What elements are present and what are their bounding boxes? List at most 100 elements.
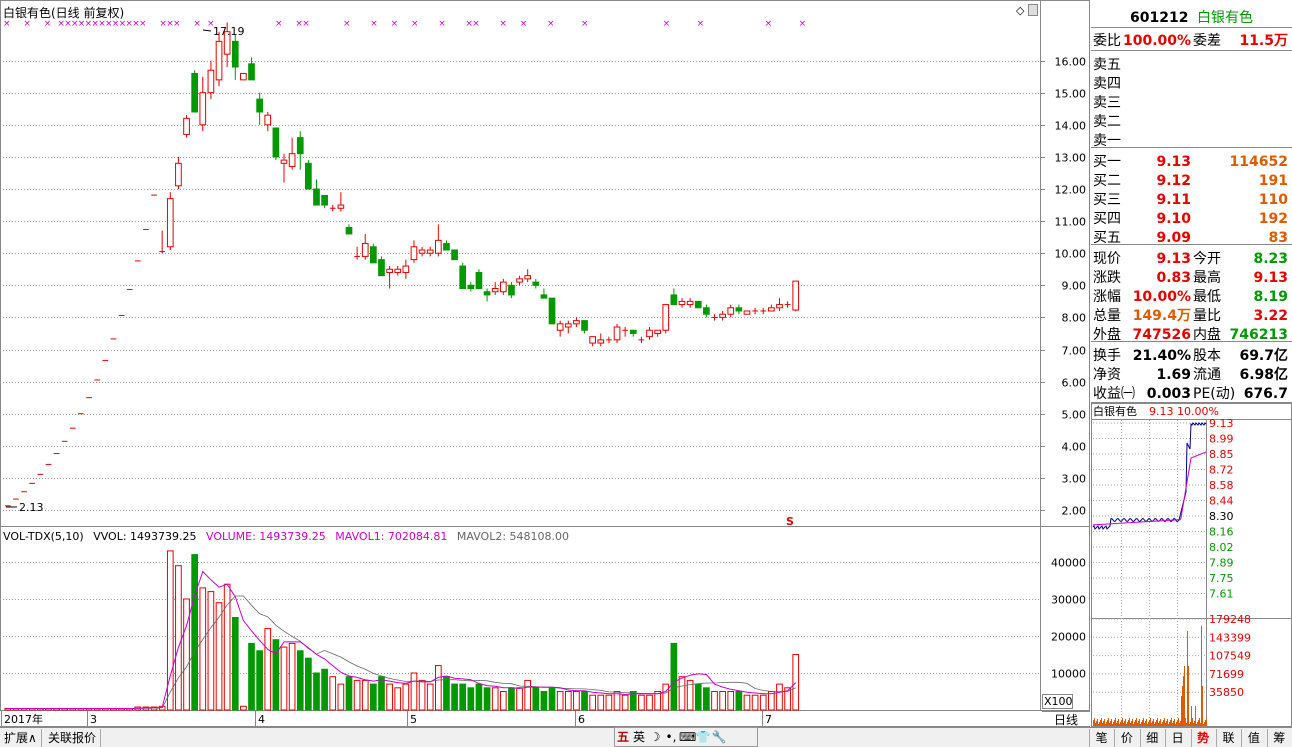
volume-bar — [776, 683, 783, 711]
price-axis-label: 8.00 — [1062, 312, 1087, 325]
volume-indicator-title: VOL-TDX(5,10) VVOL: 1493739.25 VOLUME: 1… — [3, 530, 575, 543]
diamond-icon[interactable]: ◇ — [1016, 4, 1024, 17]
buy-price: 9.09 — [1156, 230, 1191, 246]
sell-level-row: 卖二 — [1093, 113, 1290, 132]
x-mark: × — [472, 19, 480, 29]
stat-label: 流通 — [1193, 367, 1221, 383]
buy-level-row: 买五 9.09 83 — [1093, 229, 1290, 248]
scroll-handle-icon[interactable] — [1028, 4, 1038, 16]
candle-body — [264, 114, 272, 126]
mini-vol-label: 35850 — [1209, 686, 1244, 699]
x-mark: × — [520, 19, 528, 29]
volume-bar — [483, 687, 491, 711]
divider — [1091, 244, 1292, 245]
volume-bar — [207, 591, 215, 711]
volume-bar — [426, 683, 434, 711]
candle-body — [467, 284, 475, 290]
ime-english-icon[interactable]: 英 — [631, 728, 647, 746]
candle-body — [426, 249, 434, 254]
volume-bar — [467, 687, 475, 711]
ime-wubi-icon[interactable]: 五 — [615, 728, 631, 746]
candle-body — [499, 281, 507, 293]
price-axis-label: 13.00 — [1055, 152, 1087, 165]
candle-body — [313, 188, 320, 206]
tab-related-quotes[interactable]: 关联报价 — [44, 729, 102, 747]
candle-body — [410, 246, 418, 261]
stat-label: 内盘 — [1193, 327, 1221, 343]
volume-bar — [638, 694, 645, 711]
volume-bar — [662, 683, 670, 711]
mavol1-line — [7, 570, 797, 709]
volume-bar — [418, 679, 426, 711]
candle-body — [207, 69, 215, 94]
tab-1[interactable]: 价 — [1114, 729, 1138, 747]
ime-tools-icon[interactable]: 🔧 — [711, 728, 727, 746]
sell-level-row: 卖三 — [1093, 94, 1290, 113]
divider — [1091, 50, 1292, 51]
quote-stat-row: 现价 9.13 今开 8.23 — [1093, 250, 1290, 269]
candle-body — [386, 268, 393, 273]
stat-value: 1.69 — [1156, 367, 1191, 383]
volume-bar — [191, 554, 199, 711]
candle-body — [491, 288, 499, 293]
volume-bar — [402, 683, 410, 711]
tab-3[interactable]: 日 — [1165, 729, 1189, 747]
quote-stat-row: 换手 21.40% 股本 69.7亿 — [1093, 347, 1290, 366]
ime-punct-icon[interactable]: •, — [663, 728, 679, 746]
mini-price-label: 8.16 — [1209, 526, 1234, 539]
volume-bar — [621, 694, 629, 711]
intraday-mini-chart[interactable]: 白银有色 9.13 10.00%9.138.998.858.728.588.448.… — [1091, 403, 1292, 727]
candle-body — [670, 294, 678, 306]
period-button[interactable]: 日线 — [1042, 711, 1090, 727]
date-axis-label: 7 — [765, 713, 772, 726]
x-mark: × — [581, 19, 589, 29]
divider — [1091, 147, 1292, 148]
stat-label: 换手 — [1093, 348, 1121, 364]
quote-stat-row: 净资 1.69 流通 6.98亿 — [1093, 366, 1290, 385]
buy-level-label: 买四 — [1093, 211, 1121, 227]
candle-body — [719, 313, 726, 318]
stat-value: 69.7亿 — [1239, 348, 1288, 364]
price-chart[interactable]: 16.00 15.00 14.00 13.00 12.00 11.00 10.00 9.00 8… — [0, 0, 1090, 727]
candle-body — [337, 204, 345, 209]
volume-bar — [386, 683, 393, 711]
date-axis-label: 2017年 — [4, 712, 43, 726]
stat-value: 6.98亿 — [1239, 367, 1288, 383]
x-mark: × — [411, 19, 419, 29]
tab-2[interactable]: 细 — [1139, 729, 1164, 747]
tab-5[interactable]: 联 — [1216, 729, 1240, 747]
candle-body — [776, 304, 783, 309]
candle-body — [694, 300, 702, 309]
min-price-value: 2.13 — [19, 501, 44, 514]
volume-bar — [305, 657, 312, 711]
buy-price: 9.13 — [1156, 154, 1191, 170]
x-mark: × — [302, 19, 310, 29]
tab-0[interactable]: 笔 — [1089, 729, 1113, 747]
stat-label: 外盘 — [1093, 327, 1121, 343]
volume-bar — [443, 676, 450, 711]
mini-price-label: 8.30 — [1209, 510, 1234, 523]
mini-title-price: 9.13 — [1149, 405, 1174, 418]
ime-moon-icon[interactable]: ☽ — [647, 728, 663, 746]
volume-bar — [524, 679, 532, 711]
volume-bar — [540, 691, 548, 711]
ime-skin-icon[interactable]: 👕 — [695, 728, 711, 746]
tab-4[interactable]: 势 — [1190, 729, 1215, 747]
chart-title: 白银有色(日线 前复权) — [3, 6, 125, 20]
candle-body — [288, 153, 296, 168]
tab-7[interactable]: 筹 — [1266, 729, 1291, 747]
price-axis-label: 3.00 — [1062, 473, 1087, 486]
x-mark: × — [697, 19, 705, 29]
ime-toolbar[interactable]: 五英 ☽ •, ⌨👕🔧 — [614, 727, 758, 747]
tab-6[interactable]: 值 — [1241, 729, 1265, 747]
volume-bar — [508, 687, 515, 711]
candle-body — [475, 271, 483, 290]
x-mark: × — [663, 19, 671, 29]
ime-keyboard-icon[interactable]: ⌨ — [679, 728, 696, 746]
volume-bar — [175, 565, 182, 711]
volume-bar — [711, 691, 718, 711]
stat-value: 3.22 — [1253, 308, 1288, 324]
tab-expand[interactable]: 扩展∧ — [0, 729, 42, 747]
sell-level-label: 卖四 — [1093, 76, 1121, 92]
volume-bar — [370, 683, 377, 711]
